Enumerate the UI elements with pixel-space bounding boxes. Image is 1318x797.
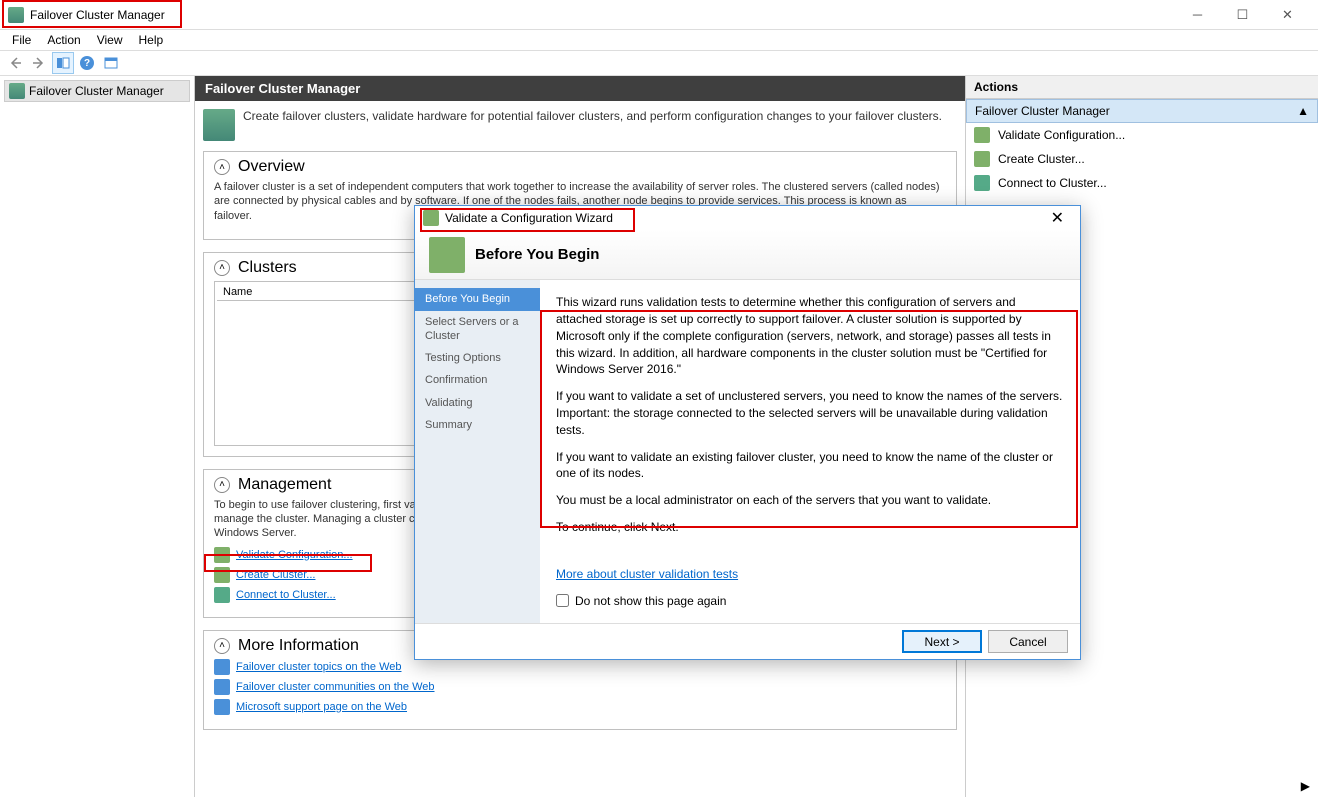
close-button[interactable]: ✕	[1265, 1, 1310, 29]
link-topics-label[interactable]: Failover cluster topics on the Web	[236, 661, 401, 673]
wizard-footer: Next > Cancel	[415, 623, 1080, 659]
wizard-more-link[interactable]: More about cluster validation tests	[556, 567, 738, 581]
wizard-step-begin[interactable]: Before You Begin	[415, 288, 540, 310]
web-icon	[214, 679, 230, 695]
menubar: File Action View Help	[0, 30, 1318, 50]
action-create-label: Create Cluster...	[998, 152, 1085, 166]
action-validate[interactable]: Validate Configuration...	[966, 123, 1318, 147]
overview-head[interactable]: ˄ Overview	[214, 158, 946, 176]
link-support[interactable]: Microsoft support page on the Web	[214, 699, 946, 715]
action-validate-label: Validate Configuration...	[998, 128, 1125, 142]
show-hide-tree-button[interactable]	[52, 52, 74, 74]
clusters-title: Clusters	[238, 259, 297, 277]
wizard-banner: Before You Begin	[415, 230, 1080, 280]
connect-icon	[214, 587, 230, 603]
intro-row: Create failover clusters, validate hardw…	[203, 109, 957, 141]
collapse-icon: ˄	[214, 638, 230, 654]
wizard-icon	[423, 210, 439, 226]
titlebar: Failover Cluster Manager ─ ☐ ✕	[0, 0, 1318, 30]
wizard-step-testing[interactable]: Testing Options	[415, 347, 540, 369]
collapse-icon: ˄	[214, 477, 230, 493]
wizard-title-text: Validate a Configuration Wizard	[445, 211, 613, 225]
web-icon	[214, 659, 230, 675]
connect-icon	[974, 175, 990, 191]
cluster-icon	[9, 83, 25, 99]
tree-panel: Failover Cluster Manager	[0, 76, 195, 797]
toolbar: ?	[0, 50, 1318, 76]
wizard-checkbox-row: Do not show this page again	[556, 593, 1064, 610]
validate-icon	[214, 547, 230, 563]
back-button[interactable]	[4, 52, 26, 74]
action-connect[interactable]: Connect to Cluster...	[966, 171, 1318, 195]
wizard-banner-icon	[429, 237, 465, 273]
help-button[interactable]: ?	[76, 52, 98, 74]
create-icon	[214, 567, 230, 583]
action-connect-label: Connect to Cluster...	[998, 176, 1107, 190]
wizard-cancel-button[interactable]: Cancel	[988, 630, 1068, 653]
wizard-p2: If you want to validate a set of unclust…	[556, 388, 1064, 438]
web-icon	[214, 699, 230, 715]
intro-icon	[203, 109, 235, 141]
wizard-step-validating[interactable]: Validating	[415, 392, 540, 414]
moreinfo-title: More Information	[238, 637, 359, 655]
wizard-body: Before You Begin Select Servers or a Clu…	[415, 280, 1080, 623]
collapse-icon: ˄	[214, 159, 230, 175]
wizard-p1: This wizard runs validation tests to det…	[556, 294, 1064, 378]
link-validate-label[interactable]: Validate Configuration...	[236, 549, 353, 561]
wizard-close-button[interactable]: ✕	[1043, 208, 1072, 228]
collapse-icon: ˄	[214, 260, 230, 276]
maximize-button[interactable]: ☐	[1220, 1, 1265, 29]
actions-subheader-label: Failover Cluster Manager	[975, 104, 1110, 118]
wizard-checkbox[interactable]	[556, 594, 569, 607]
overview-title: Overview	[238, 158, 305, 176]
wizard-dialog: Validate a Configuration Wizard ✕ Before…	[414, 205, 1081, 660]
app-icon	[8, 7, 24, 23]
menu-file[interactable]: File	[4, 31, 39, 49]
window-controls: ─ ☐ ✕	[1175, 1, 1310, 29]
action-create[interactable]: Create Cluster...	[966, 147, 1318, 171]
wizard-step-select[interactable]: Select Servers or a Cluster	[415, 311, 540, 348]
intro-text: Create failover clusters, validate hardw…	[243, 109, 942, 123]
wizard-titlebar: Validate a Configuration Wizard ✕	[415, 206, 1080, 230]
menu-view[interactable]: View	[89, 31, 131, 49]
wizard-step-confirmation[interactable]: Confirmation	[415, 369, 540, 391]
minimize-button[interactable]: ─	[1175, 1, 1220, 29]
wizard-next-button[interactable]: Next >	[902, 630, 982, 653]
properties-button[interactable]	[100, 52, 122, 74]
tree-root-label: Failover Cluster Manager	[29, 84, 164, 98]
menu-help[interactable]: Help	[131, 31, 172, 49]
link-communities[interactable]: Failover cluster communities on the Web	[214, 679, 946, 695]
forward-button[interactable]	[28, 52, 50, 74]
wizard-content: This wizard runs validation tests to det…	[540, 280, 1080, 623]
validate-icon	[974, 127, 990, 143]
actions-subheader[interactable]: Failover Cluster Manager ▲	[966, 99, 1318, 123]
management-title: Management	[238, 476, 331, 494]
collapse-icon: ▲	[1297, 104, 1309, 118]
center-header: Failover Cluster Manager	[195, 76, 965, 101]
menu-action[interactable]: Action	[39, 31, 88, 49]
wizard-p4: You must be a local administrator on eac…	[556, 492, 1064, 509]
wizard-nav: Before You Begin Select Servers or a Clu…	[415, 280, 540, 623]
wizard-banner-title: Before You Begin	[475, 246, 599, 263]
wizard-p3: If you want to validate an existing fail…	[556, 449, 1064, 483]
window-title: Failover Cluster Manager	[30, 8, 165, 22]
wizard-checkbox-label: Do not show this page again	[575, 593, 726, 610]
link-support-label[interactable]: Microsoft support page on the Web	[236, 701, 407, 713]
actions-header: Actions	[966, 76, 1318, 99]
link-communities-label[interactable]: Failover cluster communities on the Web	[236, 681, 435, 693]
tree-root[interactable]: Failover Cluster Manager	[4, 80, 190, 102]
wizard-step-summary[interactable]: Summary	[415, 414, 540, 436]
link-connect-label[interactable]: Connect to Cluster...	[236, 589, 336, 601]
wizard-p5: To continue, click Next.	[556, 519, 1064, 536]
link-topics[interactable]: Failover cluster topics on the Web	[214, 659, 946, 675]
actions-more[interactable]: ▶	[966, 775, 1318, 797]
create-icon	[974, 151, 990, 167]
link-create-label[interactable]: Create Cluster...	[236, 569, 315, 581]
